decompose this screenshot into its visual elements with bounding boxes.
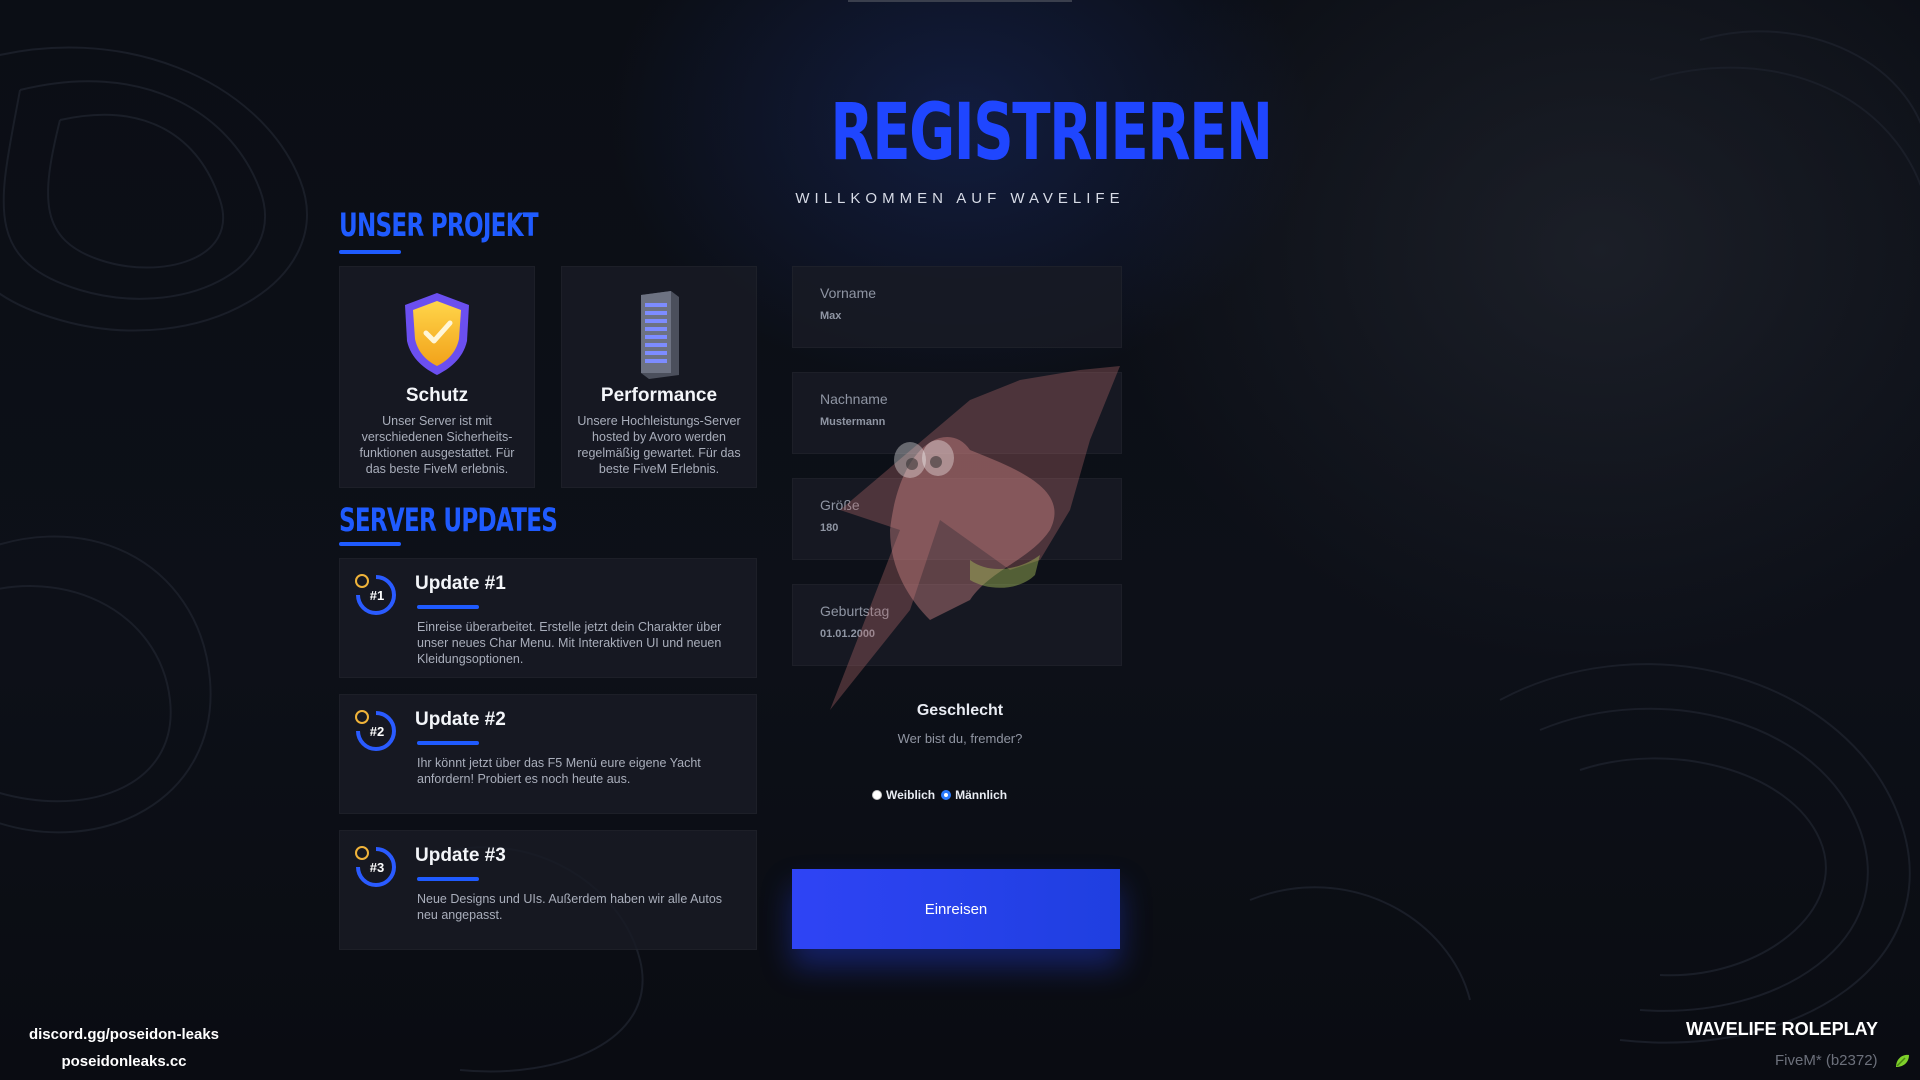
- feature-title-performance: Performance: [600, 385, 718, 406]
- update-badge-icon: #1: [355, 574, 396, 615]
- update-underline: [417, 605, 479, 609]
- gender-label-male[interactable]: Männlich: [955, 788, 1007, 802]
- height-label: Größe: [820, 497, 860, 513]
- gender-subtitle: Wer bist du, fremder?: [897, 731, 1023, 746]
- update-text: Ihr könnt jetzt über das F5 Menü eure ei…: [417, 756, 701, 786]
- height-input[interactable]: [820, 519, 1100, 537]
- footer-links: discord.gg/poseidon-leaks poseidonleaks.…: [24, 1021, 224, 1075]
- feature-card-performance: Performance Unsere Hochleistungs-Server …: [561, 266, 757, 488]
- update-underline: [417, 877, 479, 881]
- gender-radio-group: Weiblich Männlich: [872, 785, 1013, 805]
- last-name-label: Nachname: [820, 391, 888, 407]
- page-title: REGISTRIEREN: [830, 88, 1273, 178]
- birthday-input[interactable]: [820, 625, 1100, 643]
- last-name-input[interactable]: [820, 413, 1100, 431]
- fivem-leaf-icon: [1896, 1054, 1909, 1067]
- updates-section-title: SERVER UPDATES: [339, 501, 558, 539]
- update-title: Update #1: [415, 573, 506, 594]
- site-link[interactable]: poseidonleaks.cc: [24, 1048, 224, 1075]
- update-underline: [417, 741, 479, 745]
- update-badge-icon: #3: [355, 846, 396, 887]
- feature-text-protection: Unser Server ist mit verschiedenen Siche…: [359, 414, 515, 476]
- first-name-label: Vorname: [820, 285, 877, 301]
- update-badge-label: #3: [370, 860, 384, 875]
- feature-card-protection: Schutz Unser Server ist mit verschiedene…: [339, 266, 535, 488]
- server-rack-icon: [641, 291, 679, 379]
- discord-link[interactable]: discord.gg/poseidon-leaks: [24, 1021, 224, 1048]
- update-card-1: #1 Update #1 Einreise überarbeitet. Erst…: [339, 558, 757, 678]
- update-text: Neue Designs und UIs. Außerdem haben wir…: [417, 892, 723, 922]
- project-section-title: UNSER PROJEKT: [339, 206, 539, 244]
- update-badge-icon: #2: [355, 710, 396, 751]
- update-text: Einreise überarbeitet. Erstelle jetzt de…: [417, 620, 722, 666]
- update-title: Update #3: [415, 845, 506, 866]
- first-name-field[interactable]: Vorname: [792, 266, 1122, 348]
- birthday-field[interactable]: Geburtstag: [792, 584, 1122, 666]
- last-name-field[interactable]: Nachname: [792, 372, 1122, 454]
- submit-button[interactable]: Einreisen: [792, 869, 1120, 949]
- top-divider: [848, 0, 1072, 2]
- gender-radio-male[interactable]: [941, 790, 952, 800]
- gender-title: Geschlecht: [916, 702, 1004, 719]
- first-name-input[interactable]: [820, 307, 1100, 325]
- gender-label-female[interactable]: Weiblich: [886, 788, 935, 802]
- update-badge-label: #2: [370, 724, 384, 739]
- birthday-label: Geburtstag: [820, 603, 890, 619]
- update-title: Update #2: [415, 709, 506, 730]
- fivem-build-label: FiveM* (b2372): [1775, 1052, 1878, 1069]
- height-field[interactable]: Größe: [792, 478, 1122, 560]
- page-subtitle: WILLKOMMEN AUF WAVELIFE: [795, 190, 1125, 207]
- update-card-3: #3 Update #3 Neue Designs und UIs. Außer…: [339, 830, 757, 950]
- updates-section-underline: [339, 542, 401, 546]
- registration-screen: REGISTRIEREN WILLKOMMEN AUF WAVELIFE UNS…: [0, 0, 1920, 1080]
- server-brand: WAVELIFE ROLEPLAY: [1686, 1019, 1879, 1039]
- feature-title-protection: Schutz: [405, 385, 469, 406]
- update-badge-label: #1: [370, 588, 384, 603]
- update-card-2: #2 Update #2 Ihr könnt jetzt über das F5…: [339, 694, 757, 814]
- feature-text-performance: Unsere Hochleistungs-Server hosted by Av…: [577, 414, 741, 476]
- shield-check-icon: [405, 293, 469, 375]
- project-section-underline: [339, 250, 401, 254]
- gender-radio-female[interactable]: [872, 790, 882, 800]
